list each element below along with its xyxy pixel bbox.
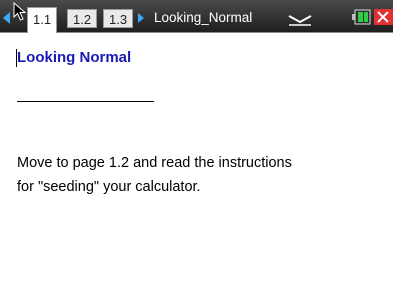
document-title[interactable]: Looking_Normal — [154, 9, 252, 27]
page-heading: Looking Normal — [17, 49, 132, 66]
pointer-cursor-icon — [13, 2, 27, 21]
tab-page-1-3[interactable]: 1.3 — [103, 9, 134, 28]
toolbar: 1.1 1.2 1.3 Looking_Normal — [0, 0, 393, 33]
close-icon[interactable] — [374, 9, 393, 25]
battery-icon — [352, 9, 371, 25]
nav-right-icon[interactable] — [138, 13, 144, 23]
document-page[interactable]: Looking Normal Move to page 1.2 and read… — [0, 33, 393, 296]
horizontal-rule — [17, 101, 154, 102]
dropdown-chevron-icon[interactable] — [287, 14, 313, 26]
paragraph-line-2: for "seeding" your calculator. — [17, 179, 201, 195]
nav-left-icon[interactable] — [3, 12, 10, 24]
tab-page-1-1[interactable]: 1.1 — [27, 7, 58, 33]
tab-page-1-2[interactable]: 1.2 — [67, 9, 98, 28]
paragraph-line-1: Move to page 1.2 and read the instructio… — [17, 155, 292, 171]
instructions-paragraph: Move to page 1.2 and read the instructio… — [17, 151, 387, 199]
text-cursor — [16, 49, 17, 67]
